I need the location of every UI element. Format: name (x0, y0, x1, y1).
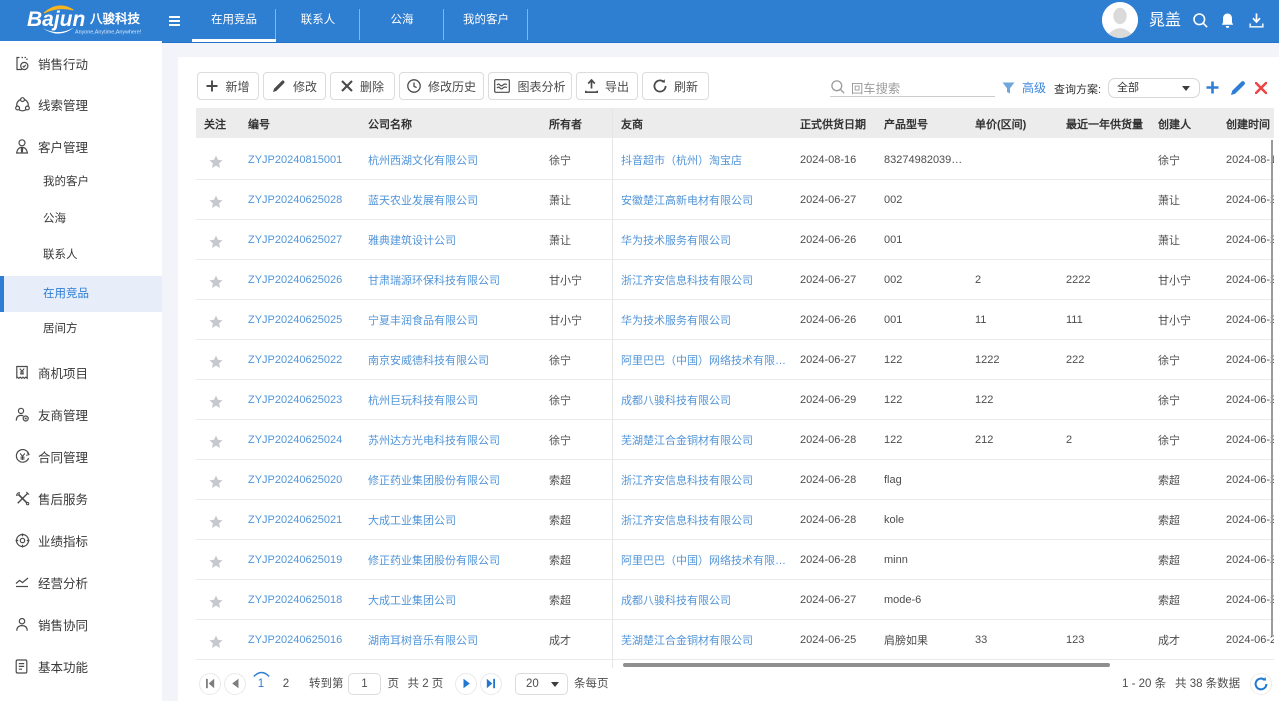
svg-text:Anyone,Anytime,Anywhere!: Anyone,Anytime,Anywhere! (75, 30, 142, 36)
svg-text:Bajun: Bajun (27, 8, 85, 31)
svg-text:八骏科技: 八骏科技 (89, 11, 141, 26)
